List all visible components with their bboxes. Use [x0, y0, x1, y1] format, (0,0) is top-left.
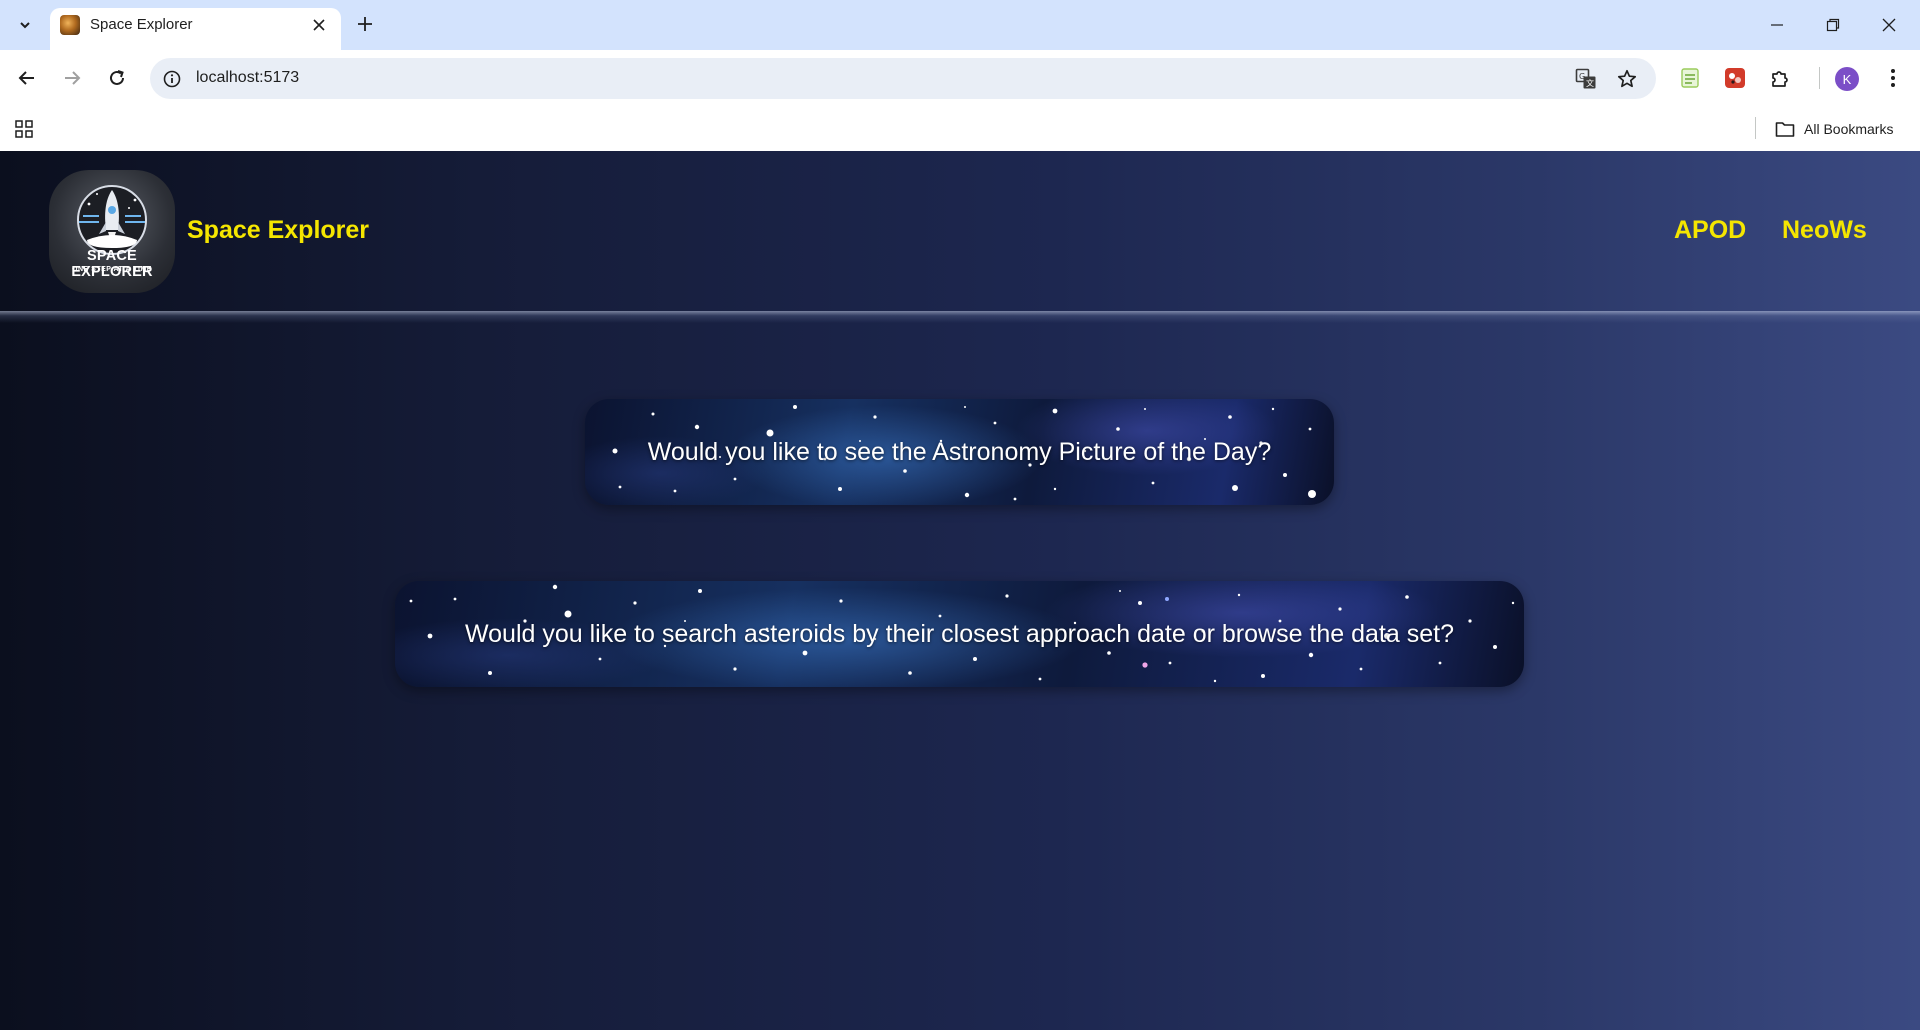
- plus-icon: [358, 17, 372, 31]
- favicon-icon: [60, 15, 80, 35]
- kebab-menu-icon[interactable]: [1877, 62, 1909, 94]
- restore-icon: [1826, 18, 1840, 32]
- close-icon[interactable]: [307, 13, 331, 37]
- tab-search-icon[interactable]: [10, 10, 40, 40]
- close-window-button[interactable]: [1866, 5, 1912, 45]
- browser-toolbar: localhost:5173 G文 K: [0, 50, 1920, 107]
- reload-button[interactable]: [101, 62, 133, 94]
- site-header: SPACE EXPLORER ONE STEP AT A TIME Space …: [0, 151, 1920, 311]
- toolbar-divider: [1803, 62, 1835, 94]
- sheets-extension-icon[interactable]: [1674, 62, 1706, 94]
- reload-icon: [110, 70, 124, 85]
- neows-card-text: Would you like to search asteroids by th…: [465, 619, 1454, 648]
- minimize-icon: [1771, 24, 1783, 26]
- site-logo[interactable]: SPACE EXPLORER ONE STEP AT A TIME: [49, 170, 175, 293]
- translate-icon[interactable]: G文: [1574, 67, 1598, 91]
- browser-tab[interactable]: Space Explorer: [50, 8, 341, 50]
- brand-title[interactable]: Space Explorer: [187, 216, 369, 245]
- neows-card[interactable]: Would you like to search asteroids by th…: [395, 581, 1524, 687]
- nav-link-apod[interactable]: APOD: [1674, 216, 1746, 245]
- avatar[interactable]: K: [1835, 67, 1859, 91]
- puzzle-icon[interactable]: [1764, 62, 1796, 94]
- tab-title: Space Explorer: [90, 16, 193, 33]
- bookmarks-bar: All Bookmarks: [0, 107, 1920, 151]
- tab-strip: Space Explorer: [0, 0, 1920, 50]
- red-extension-icon[interactable]: [1719, 62, 1751, 94]
- svg-text:G: G: [1579, 72, 1585, 81]
- back-arrow-icon: [18, 71, 34, 85]
- restore-button[interactable]: [1810, 5, 1856, 45]
- folder-icon: [1775, 122, 1795, 137]
- svg-text:文: 文: [1586, 78, 1594, 88]
- close-window-icon: [1882, 18, 1896, 32]
- back-button[interactable]: [11, 62, 43, 94]
- apod-card-text: Would you like to see the Astronomy Pict…: [647, 437, 1272, 466]
- forward-arrow-icon: [65, 71, 81, 85]
- apod-card[interactable]: Would you like to see the Astronomy Pict…: [585, 399, 1334, 505]
- all-bookmarks-button[interactable]: All Bookmarks: [1775, 116, 1893, 142]
- forward-button[interactable]: [56, 62, 88, 94]
- new-tab-button[interactable]: [351, 10, 379, 38]
- nav-link-neows[interactable]: NeoWs: [1782, 216, 1867, 245]
- bookmarks-divider: [1755, 117, 1756, 139]
- minimize-button[interactable]: [1754, 5, 1800, 45]
- logo-tagline: ONE STEP AT A TIME: [72, 266, 152, 273]
- info-icon[interactable]: [160, 67, 184, 91]
- all-bookmarks-label: All Bookmarks: [1804, 121, 1894, 137]
- logo-title: SPACE EXPLORER: [71, 248, 153, 280]
- star-icon[interactable]: [1615, 67, 1639, 91]
- url-text[interactable]: localhost:5173: [196, 69, 299, 87]
- header-divider: [0, 311, 1920, 323]
- apps-grid-icon[interactable]: [12, 117, 36, 141]
- address-bar[interactable]: localhost:5173 G文: [150, 58, 1656, 99]
- page-content: SPACE EXPLORER ONE STEP AT A TIME Space …: [0, 151, 1920, 1030]
